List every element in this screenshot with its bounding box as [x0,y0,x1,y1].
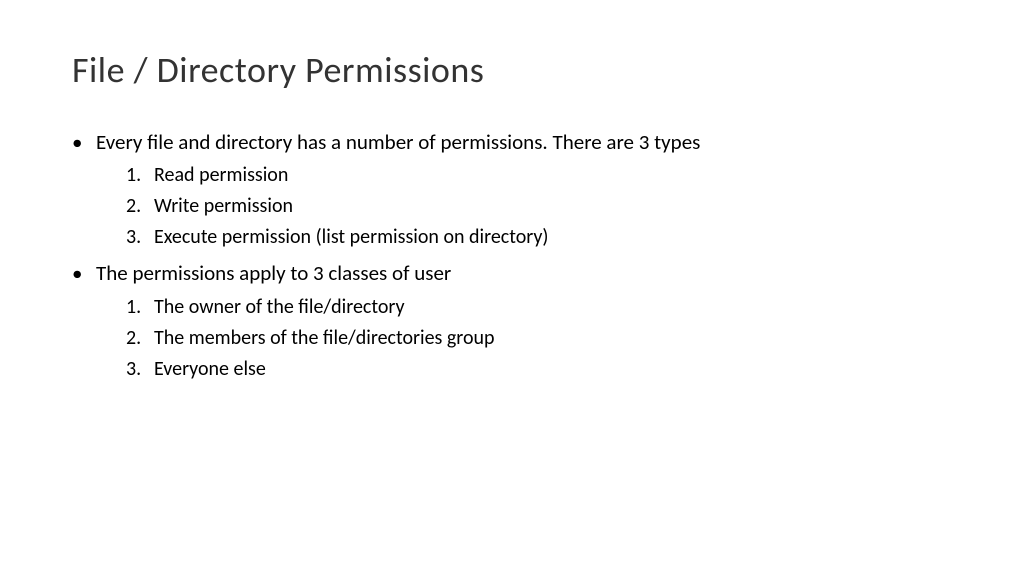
list-item: 2. Write permission [126,192,952,220]
number-marker: 3. [126,223,154,251]
list-text: Everyone else [154,355,952,383]
bullet-marker: • [72,259,96,288]
list-text: The owner of the file/directory [154,293,952,321]
bullet-item: • The permissions apply to 3 classes of … [72,259,952,288]
list-item: 1. The owner of the file/directory [126,293,952,321]
bullet-marker: • [72,128,96,157]
list-item: 1. Read permission [126,161,952,189]
list-text: Write permission [154,192,952,220]
number-marker: 2. [126,192,154,220]
numbered-list: 1. The owner of the file/directory 2. Th… [126,293,952,383]
slide-content: • Every file and directory has a number … [72,128,952,383]
list-text: Read permission [154,161,952,189]
list-item: 3. Everyone else [126,355,952,383]
list-text: Execute permission (list permission on d… [154,223,952,251]
numbered-list: 1. Read permission 2. Write permission 3… [126,161,952,251]
list-text: The members of the file/directories grou… [154,324,952,352]
number-marker: 3. [126,355,154,383]
bullet-text: The permissions apply to 3 classes of us… [96,259,952,288]
slide-title: File / Directory Permissions [72,48,952,92]
bullet-item: • Every file and directory has a number … [72,128,952,157]
number-marker: 1. [126,161,154,189]
list-item: 3. Execute permission (list permission o… [126,223,952,251]
number-marker: 2. [126,324,154,352]
list-item: 2. The members of the file/directories g… [126,324,952,352]
number-marker: 1. [126,293,154,321]
bullet-text: Every file and directory has a number of… [96,128,952,157]
